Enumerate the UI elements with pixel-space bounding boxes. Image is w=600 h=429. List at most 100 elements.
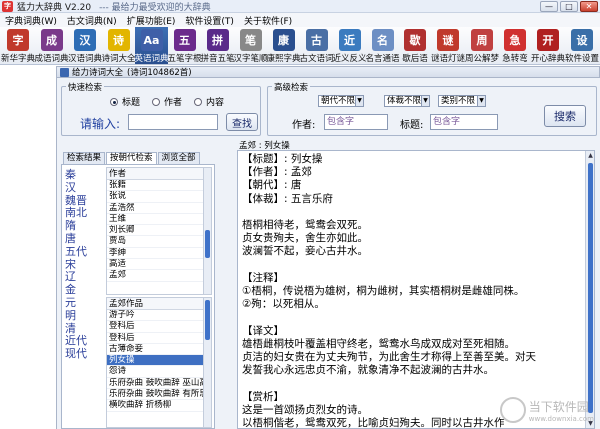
author-scroll-thumb[interactable]: [205, 230, 210, 258]
work-row-selected[interactable]: 列女操: [107, 355, 211, 367]
menu-classical[interactable]: 古文词典(N): [62, 14, 122, 27]
radio-title[interactable]: [110, 97, 118, 106]
dynasty-item[interactable]: 汉: [65, 181, 103, 195]
quick-search-group: 快速检索 标题 作者 内容 请输入: 查找: [61, 81, 261, 136]
detail-scrollbar[interactable]: ▲ ▼: [585, 151, 594, 428]
close-button[interactable]: ✕: [580, 1, 598, 12]
radio-content-label: 内容: [206, 98, 225, 108]
app-logo-icon: 字: [2, 0, 13, 12]
wubi-icon: 五: [173, 29, 196, 51]
menu-dictionary[interactable]: 字典词典(W): [0, 14, 62, 27]
author-row[interactable]: 孟郊: [107, 270, 211, 282]
toolbar-button-4[interactable]: Aa 英语词典: [135, 27, 169, 64]
advanced-search-button[interactable]: 搜索: [544, 105, 586, 127]
poetry-window-title: 给力诗词大全: [72, 68, 124, 78]
toolbar-button-3[interactable]: 诗诗词大全: [102, 27, 136, 64]
menu-settings[interactable]: 软件设置(T): [180, 14, 239, 27]
quick-search-legend: 快速检索: [66, 81, 105, 93]
find-button[interactable]: 查找: [226, 113, 258, 131]
dynasty-item[interactable]: 唐: [65, 232, 103, 246]
author-scrollbar[interactable]: [203, 168, 211, 294]
author-row[interactable]: 张说: [107, 191, 211, 203]
watermark: 当下软件园 www.downxia.com: [499, 397, 594, 423]
dynasty-item[interactable]: 现代: [65, 347, 103, 361]
works-list-header: 孟郊作品: [107, 298, 211, 310]
poem-line: 波澜誓不起，妾心古井水。: [242, 245, 368, 258]
watermark-url: www.downxia.com: [528, 414, 594, 423]
work-row[interactable]: 乐府杂曲 鼓吹曲辞 有所思: [107, 389, 211, 401]
work-row[interactable]: 登科后: [107, 333, 211, 344]
poem-line: 贞洁的妇女贵在为丈夫殉节，为此舍生才称得上至善至美。对天: [242, 351, 536, 363]
menu-extensions[interactable]: 扩展功能(E): [122, 14, 181, 27]
toolbar-label: 汉语词典: [68, 54, 103, 64]
author-row[interactable]: 张籍: [107, 180, 211, 192]
works-scroll-thumb[interactable]: [205, 300, 210, 340]
author-row[interactable]: 贾岛: [107, 236, 211, 248]
author-row[interactable]: 王维: [107, 214, 211, 226]
work-row[interactable]: 游子吟: [107, 310, 211, 322]
radio-author[interactable]: [152, 97, 161, 106]
work-row[interactable]: 登科后: [107, 321, 211, 333]
title-input[interactable]: 包含字: [430, 114, 498, 130]
dynasty-item[interactable]: 元: [65, 296, 103, 310]
minimize-button[interactable]: —: [540, 1, 558, 12]
toolbar-button-6[interactable]: 拼拼音五笔: [201, 27, 235, 64]
toolbar-button-16[interactable]: 开开心辞典: [531, 27, 565, 64]
author-row[interactable]: 李绅: [107, 248, 211, 260]
toolbar-button-11[interactable]: 名名言通语: [366, 27, 400, 64]
advanced-search-group: 高级检索 朝代不限 ▼ 体裁不限 ▼ 类别不限 ▼ 作者: 包含字 标题: 包含…: [267, 81, 597, 136]
dynasty-select[interactable]: 朝代不限 ▼: [318, 95, 364, 107]
work-row[interactable]: 乐府杂曲 鼓吹曲辞 巫山高二首: [107, 378, 211, 390]
toolbar-button-12[interactable]: 歇歇后语: [399, 27, 431, 64]
toolbar-label: 急转弯: [502, 54, 528, 64]
toolbar-button-17[interactable]: 设软件设置: [565, 27, 599, 64]
toolbar-button-7[interactable]: 笔汉字笔顺: [234, 27, 268, 64]
dynasty-item[interactable]: 明: [65, 309, 103, 323]
toolbar-label: 周公解梦: [465, 54, 500, 64]
toolbar-button-2[interactable]: 汉汉语词典: [68, 27, 102, 64]
riddle-icon: 急: [504, 29, 526, 51]
toolbar-button-14[interactable]: 周周公解梦: [465, 27, 499, 64]
toolbar-button-8[interactable]: 康康熙字典: [267, 27, 301, 64]
author-input[interactable]: 包含字: [324, 114, 388, 130]
poem-text: 【标题】: 列女操 【作者】: 孟郊 【朝代】: 唐【体裁】: 五言乐府 梧桐相待老，…: [242, 153, 582, 428]
detail-scroll-thumb[interactable]: [588, 163, 593, 413]
keyword-input[interactable]: [128, 114, 218, 130]
title-bar: 字 猛力大辞典 V2.20 --- 最给力最受欢迎的大辞典 — □ ✕: [0, 0, 600, 13]
toolbar-button-5[interactable]: 五五笔字根: [168, 27, 202, 64]
work-row[interactable]: 横吹曲辞 折杨柳: [107, 400, 211, 412]
poetry-window-titlebar: 给力诗词大全 (诗词104862首): [56, 66, 600, 78]
menu-about[interactable]: 关于软件(F): [239, 14, 297, 27]
toolbar-button-0[interactable]: 字新华字典: [1, 27, 35, 64]
work-row[interactable]: 怨诗: [107, 366, 211, 378]
author-row[interactable]: 孟浩然: [107, 203, 211, 214]
dynasty-item[interactable]: 秦: [65, 168, 103, 182]
brush-icon: 笔: [239, 29, 262, 51]
watermark-logo-icon: [499, 397, 526, 423]
category-select[interactable]: 类别不限 ▼: [438, 95, 486, 107]
genre-select[interactable]: 体裁不限 ▼: [384, 95, 430, 107]
radio-content[interactable]: [194, 97, 203, 106]
author-row[interactable]: 刘长卿: [107, 225, 211, 237]
author-label: 作者:: [292, 120, 316, 131]
tab-browse-all[interactable]: 浏览全部: [157, 152, 200, 164]
toolbar-label: 歇后语: [402, 54, 428, 64]
dynasty-item[interactable]: 五代: [65, 245, 103, 259]
tab-by-dynasty[interactable]: 按朝代检索: [106, 152, 157, 164]
toolbar-button-15[interactable]: 急急转弯: [499, 27, 531, 64]
toolbar-button-9[interactable]: 古古文语词: [299, 27, 334, 64]
scroll-up-icon[interactable]: ▲: [586, 151, 594, 160]
work-row[interactable]: 古薄命妾: [107, 344, 211, 356]
toolbar-button-13[interactable]: 谜谜语灯谜: [431, 27, 465, 64]
author-row[interactable]: 高适: [107, 259, 211, 271]
saying-icon: 歇: [404, 29, 426, 51]
works-scrollbar[interactable]: [203, 298, 211, 427]
toolbar-label: 谜语灯谜: [431, 54, 466, 64]
maximize-button[interactable]: □: [560, 1, 578, 12]
toolbar-button-1[interactable]: 成成语词典: [35, 27, 69, 64]
dynasty-list: 秦汉魏晋 南北隋唐五代宋辽金元明清近代 现代: [65, 168, 103, 361]
toolbar-label: 古文语词: [299, 54, 334, 64]
tab-search-results[interactable]: 检索结果: [63, 152, 106, 164]
toolbar-button-10[interactable]: 近近义反义: [333, 27, 367, 64]
